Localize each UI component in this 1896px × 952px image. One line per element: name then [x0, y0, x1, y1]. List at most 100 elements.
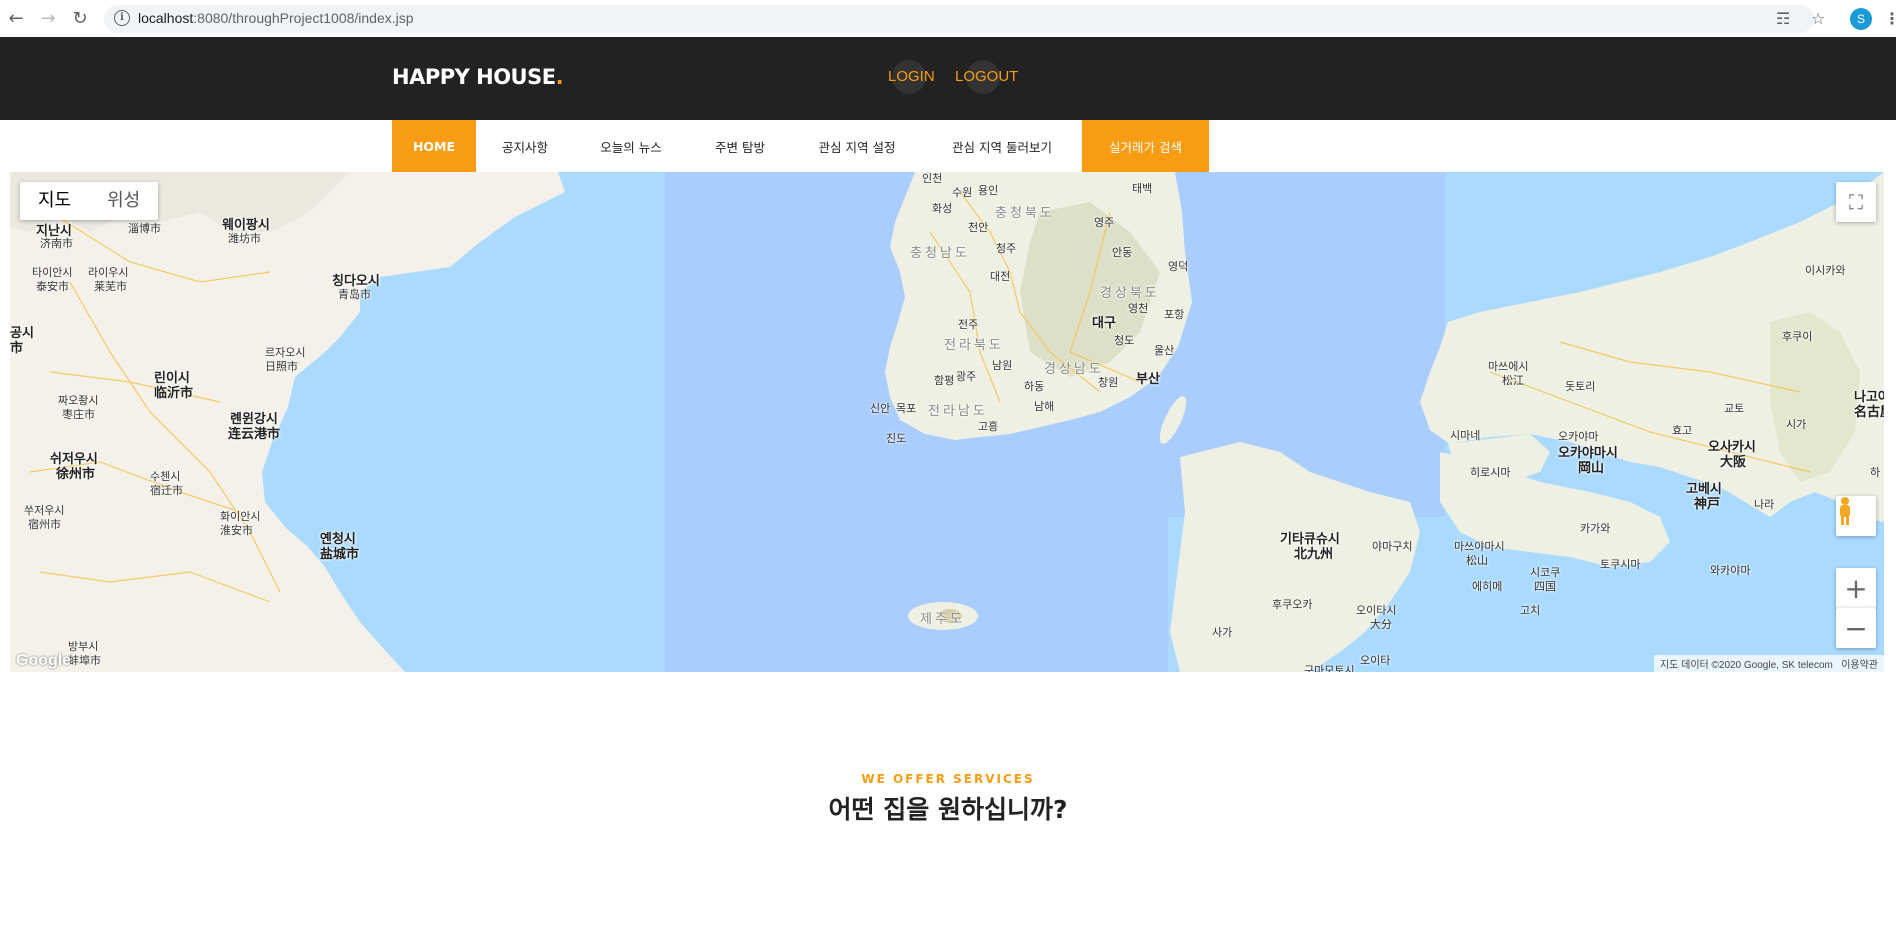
- address-bar[interactable]: i localhost:8080/throughProject1008/inde…: [104, 5, 1814, 33]
- attribution-text: 지도 데이터 ©2020 Google, SK telecom: [1659, 660, 1833, 671]
- map-label: 영덕: [1168, 260, 1189, 273]
- zoom-in-button[interactable]: +: [1836, 568, 1876, 608]
- nav-notice[interactable]: 공지사항: [476, 120, 574, 172]
- map-label: 후쿠이: [1782, 330, 1813, 343]
- map-label: 松山: [1466, 554, 1488, 567]
- map-label: 수원: [952, 186, 973, 199]
- map-label: 히로시마: [1470, 466, 1511, 479]
- region-label: 제주도: [920, 612, 965, 627]
- map-label: 徐州市: [56, 467, 96, 482]
- map-label: 宿州市: [28, 518, 61, 531]
- map-label: 大阪: [1720, 455, 1747, 470]
- map-label: 宿迁市: [150, 484, 183, 497]
- map-label: 사가: [1212, 626, 1233, 639]
- map-label: 청도: [1114, 334, 1135, 347]
- map-label: 고치: [1520, 604, 1541, 617]
- nav-home[interactable]: HOME: [392, 120, 476, 172]
- map-label: 창원: [1098, 376, 1119, 389]
- map-label: 교토: [1724, 402, 1745, 415]
- terms-link[interactable]: 이용약관: [1841, 660, 1878, 671]
- map-label: 카가와: [1580, 522, 1611, 535]
- nav-price-search[interactable]: 실거래가 검색: [1082, 120, 1209, 172]
- map-label: 용인: [978, 184, 999, 197]
- map-label: 구마모토시: [1304, 664, 1355, 672]
- url-path: :8080/throughProject1008/index.jsp: [193, 10, 414, 26]
- google-logo: Google: [16, 652, 72, 669]
- map-label: 岡山: [1578, 461, 1605, 476]
- map-label: 하동: [1024, 380, 1045, 393]
- map-label: 青岛市: [338, 288, 371, 301]
- map-label: 효고: [1672, 424, 1693, 437]
- map-label: 광주: [956, 370, 977, 383]
- map-label: 대구: [1092, 316, 1116, 331]
- map-label: 蚌埠市: [68, 654, 101, 667]
- profile-avatar[interactable]: S: [1850, 8, 1872, 30]
- forward-icon[interactable]: →: [37, 7, 59, 29]
- map-label: 영주: [1094, 216, 1115, 229]
- main-nav: HOME 공지사항 오늘의 뉴스 주변 탐방 관심 지역 설정 관심 지역 둘러…: [0, 120, 1896, 172]
- map-label: 와카야마: [1710, 564, 1751, 577]
- map-label: 이시카와: [1805, 264, 1846, 277]
- map-label: 淄博市: [128, 222, 161, 235]
- map-label: 莱芜市: [94, 280, 127, 293]
- pegman-icon[interactable]: [1836, 496, 1876, 536]
- logout-link[interactable]: LOGOUT: [955, 68, 1018, 85]
- map-label: 포항: [1164, 308, 1185, 321]
- map-label: 松江: [1502, 374, 1524, 387]
- map-label: 청주: [996, 242, 1017, 255]
- region-label: 경상북도: [1100, 286, 1160, 301]
- nav-nearby[interactable]: 주변 탐방: [688, 120, 792, 172]
- map-label: 名古屋: [1854, 405, 1884, 420]
- url-text[interactable]: localhost:8080/throughProject1008/index.…: [138, 10, 414, 26]
- map-label: 진도: [886, 432, 907, 445]
- nav-interest-setting[interactable]: 관심 지역 설정: [792, 120, 922, 172]
- translate-icon[interactable]: ☶: [1776, 9, 1790, 28]
- logo-dot: .: [555, 65, 564, 89]
- map-attribution: 지도 데이터 ©2020 Google, SK telecom 이용약관: [1653, 655, 1884, 672]
- map-label: 남해: [1034, 400, 1055, 413]
- url-host: localhost: [138, 10, 194, 26]
- nav-news[interactable]: 오늘의 뉴스: [574, 120, 688, 172]
- site-info-icon[interactable]: i: [114, 10, 130, 26]
- map-type-map-button[interactable]: 지도: [20, 182, 89, 220]
- google-map[interactable]: 지난시 济南市 淄博市 웨이팡시 潍坊市 타이안시 泰安市 라이우시 莱芜市 칭…: [10, 172, 1884, 672]
- login-link[interactable]: LOGIN: [888, 68, 935, 85]
- map-label: 부산: [1136, 372, 1160, 387]
- services-title: 어떤 집을 원하십니까?: [828, 795, 1068, 824]
- map-label: 돗토리: [1565, 380, 1596, 393]
- map-label: 大分: [1370, 618, 1392, 631]
- map-label: 남원: [992, 359, 1013, 372]
- map-label: 후쿠오카: [1272, 598, 1313, 611]
- site-logo[interactable]: HAPPY HOUSE.: [392, 65, 564, 89]
- map-label: 고흥: [978, 420, 999, 433]
- map-label: 나라: [1754, 498, 1775, 511]
- region-label: 충청남도: [910, 246, 970, 261]
- map-label: 四国: [1534, 580, 1556, 593]
- nav-interest-browse[interactable]: 관심 지역 둘러보기: [922, 120, 1082, 172]
- map-label: 안동: [1112, 246, 1133, 259]
- map-label: 시마네: [1450, 429, 1481, 442]
- services-subtitle: WE OFFER SERVICES: [861, 772, 1035, 786]
- region-label: 전라북도: [944, 338, 1004, 353]
- map-label: 영천: [1128, 302, 1149, 315]
- map-label: 하: [1870, 466, 1881, 479]
- site-header: HAPPY HOUSE. LOGIN LOGOUT: [0, 37, 1896, 120]
- bookmark-star-icon[interactable]: ☆: [1811, 9, 1825, 28]
- browser-toolbar: ← → ↻ i localhost:8080/throughProject100…: [0, 0, 1896, 38]
- map-label: 화성: [932, 202, 953, 215]
- map-label: 천안: [968, 221, 989, 234]
- map-label: 오이타: [1360, 654, 1391, 667]
- reload-icon[interactable]: ↻: [69, 7, 91, 29]
- map-label: 市: [10, 341, 24, 356]
- fullscreen-icon[interactable]: ⛶: [1836, 182, 1876, 222]
- map-label: 潍坊市: [228, 232, 261, 245]
- map-label: 시가: [1786, 418, 1807, 431]
- map-label: 连云港市: [228, 427, 281, 442]
- region-label: 경상남도: [1044, 362, 1104, 377]
- browser-menu-icon[interactable]: ⋮: [1884, 9, 1896, 28]
- zoom-out-button[interactable]: −: [1836, 608, 1876, 648]
- map-label: 日照市: [265, 360, 298, 373]
- map-type-control: 지도 위성: [20, 182, 159, 220]
- map-type-satellite-button[interactable]: 위성: [89, 182, 158, 220]
- back-icon[interactable]: ←: [5, 7, 27, 29]
